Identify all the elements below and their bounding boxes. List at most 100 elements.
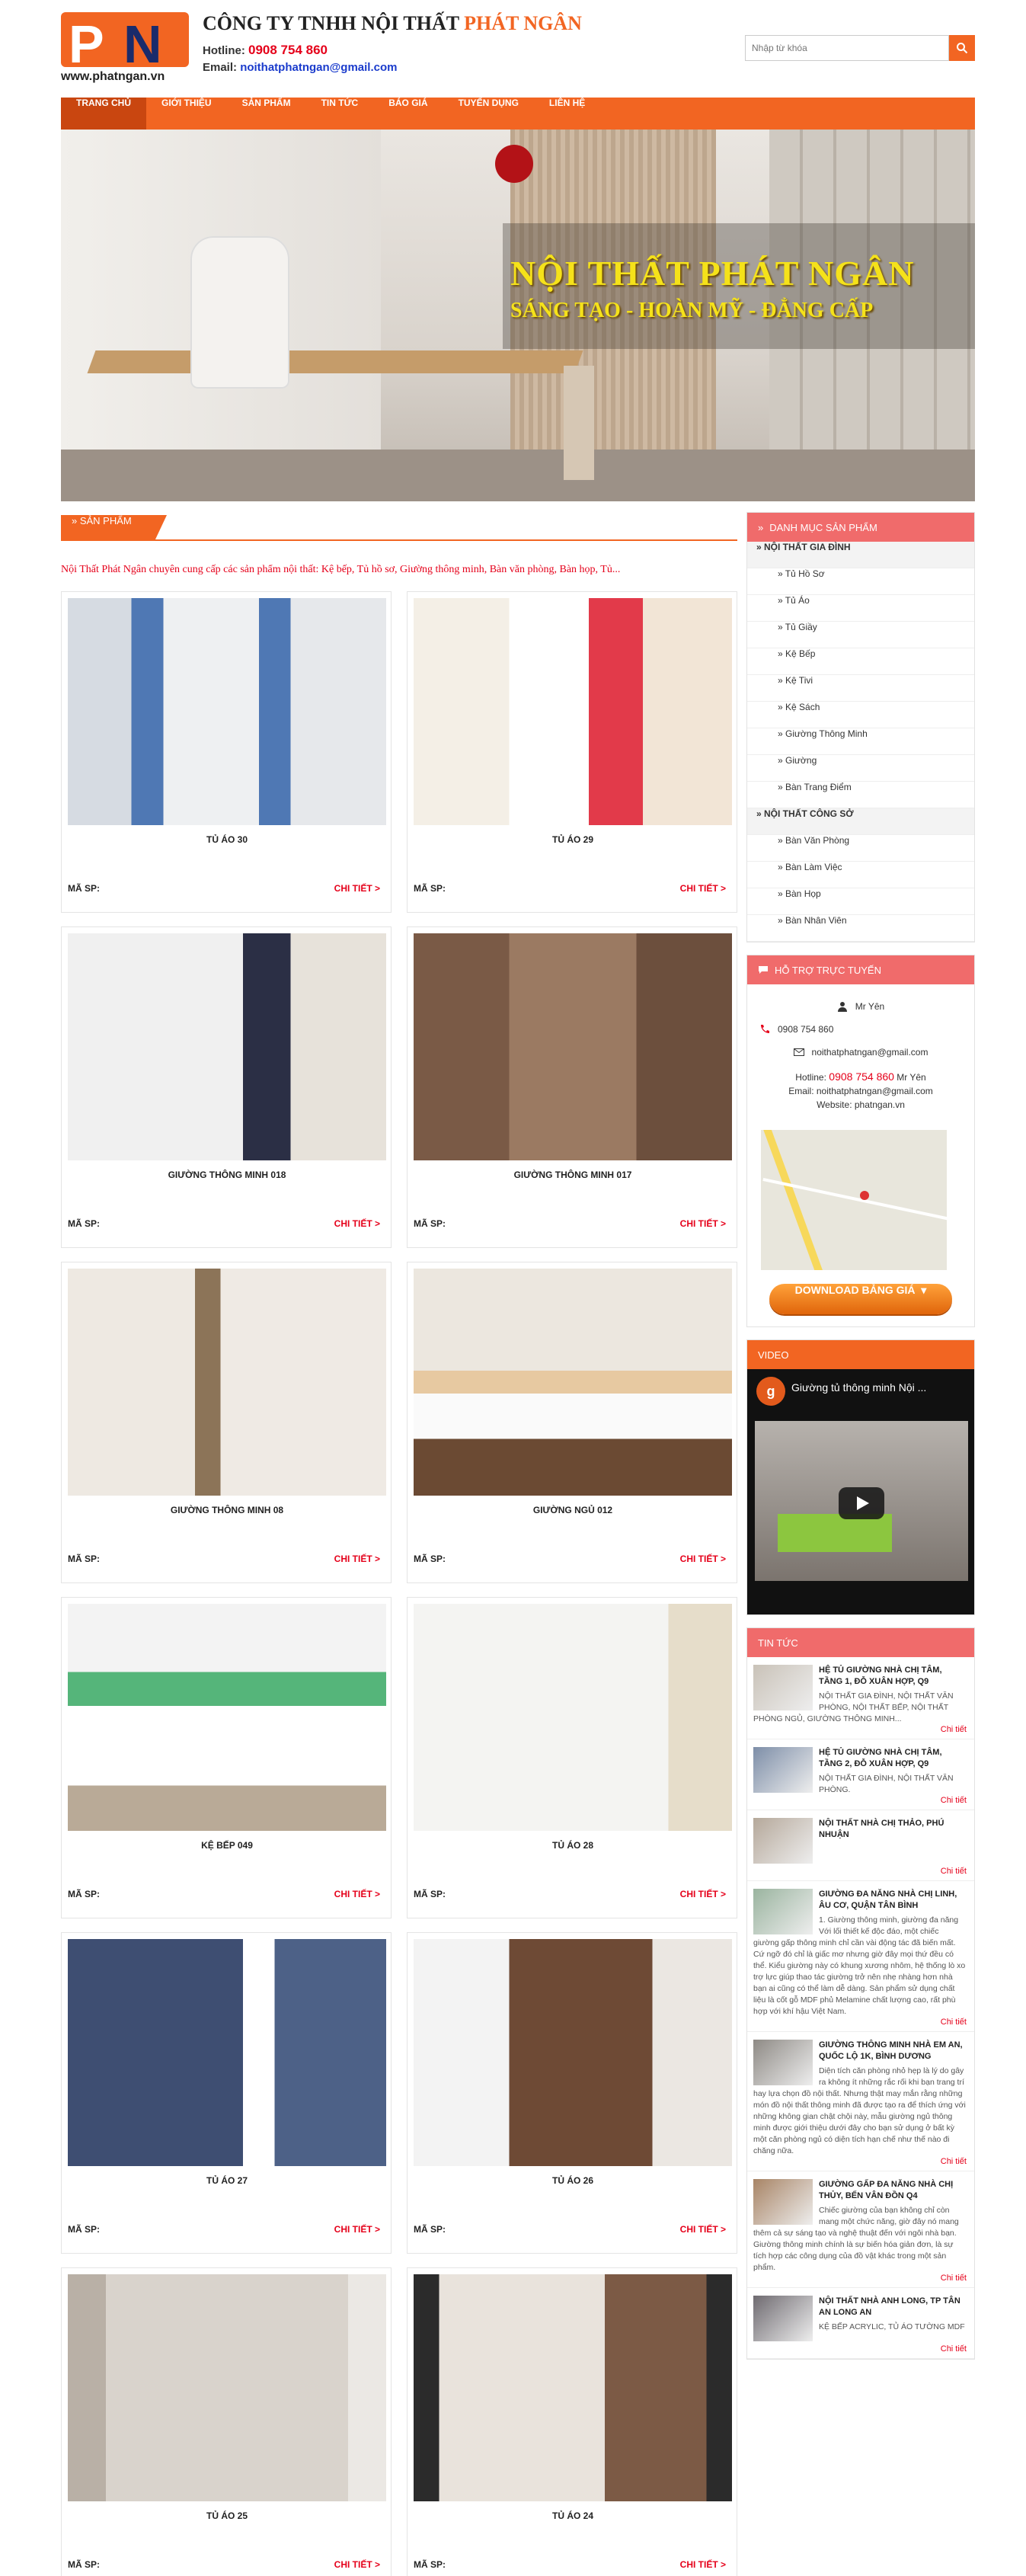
category-item[interactable]: » Tủ Áo — [747, 595, 974, 622]
news-detail-link[interactable]: Chi tiết — [753, 1796, 967, 1805]
hero-banner[interactable]: NỘI THẤT PHÁT NGÂN SÁNG TẠO - HOÀN MỸ - … — [61, 130, 975, 501]
product-detail-link[interactable]: CHI TIẾT > — [680, 883, 726, 894]
product-name[interactable]: TỦ ÁO 27 — [62, 2175, 392, 2186]
product-card[interactable]: GIƯỜNG THÔNG MINH 017 MÃ SP: CHI TIẾT > — [407, 926, 737, 1248]
category-item[interactable]: » Tủ Giầy — [747, 622, 974, 648]
product-name[interactable]: TỦ ÁO 24 — [408, 2510, 738, 2521]
news-thumbnail[interactable] — [753, 1818, 813, 1864]
product-card[interactable]: TỦ ÁO 24 MÃ SP: CHI TIẾT > — [407, 2267, 737, 2576]
nav-news[interactable]: Tin tức — [306, 98, 374, 130]
product-name[interactable]: TỦ ÁO 28 — [408, 1840, 738, 1851]
category-item[interactable]: » Bàn Họp — [747, 888, 974, 915]
product-detail-link[interactable]: CHI TIẾT > — [334, 883, 380, 894]
nav-contact[interactable]: Liên hệ — [534, 98, 600, 130]
news-detail-link[interactable]: Chi tiết — [753, 1867, 967, 1876]
category-item[interactable]: » Kệ Sách — [747, 702, 974, 728]
news-thumbnail[interactable] — [753, 2179, 813, 2225]
product-image[interactable] — [414, 2274, 732, 2501]
product-image[interactable] — [414, 1269, 732, 1496]
nav-about[interactable]: Giới thiệu — [146, 98, 227, 130]
news-thumbnail[interactable] — [753, 1889, 813, 1934]
product-image[interactable] — [68, 1269, 386, 1496]
product-image[interactable] — [414, 933, 732, 1160]
product-image[interactable] — [414, 1604, 732, 1831]
category-item[interactable]: » Giường Thông Minh — [747, 728, 974, 755]
product-name[interactable]: GIƯỜNG THÔNG MINH 018 — [62, 1170, 392, 1180]
video-player[interactable]: g Giường tủ thông minh Nội ... — [747, 1369, 974, 1614]
email-value[interactable]: noithatphatngan@gmail.com — [240, 61, 397, 74]
product-detail-link[interactable]: CHI TIẾT > — [680, 1554, 726, 1564]
product-detail-link[interactable]: CHI TIẾT > — [334, 1889, 380, 1899]
support-phone[interactable]: 0908 754 860 — [778, 1024, 833, 1035]
search-button[interactable] — [949, 35, 975, 61]
product-image[interactable] — [68, 1939, 386, 2166]
product-detail-link[interactable]: CHI TIẾT > — [334, 1218, 380, 1229]
support-email[interactable]: noithatphatngan@gmail.com — [812, 1047, 929, 1058]
category-item[interactable]: » Kệ Tivi — [747, 675, 974, 702]
news-detail-link[interactable]: Chi tiết — [753, 1725, 967, 1734]
nav-home[interactable]: Trang chủ — [61, 98, 146, 130]
category-item[interactable]: » Bàn Văn Phòng — [747, 835, 974, 862]
product-detail-link[interactable]: CHI TIẾT > — [334, 2559, 380, 2570]
news-thumbnail[interactable] — [753, 1747, 813, 1793]
category-group[interactable]: » NỘI THẤT CÔNG SỞ — [747, 808, 974, 835]
product-card[interactable]: TỦ ÁO 26 MÃ SP: CHI TIẾT > — [407, 1932, 737, 2254]
product-card[interactable]: GIƯỜNG NGỦ 012 MÃ SP: CHI TIẾT > — [407, 1262, 737, 1583]
product-name[interactable]: GIƯỜNG THÔNG MINH 08 — [62, 1505, 392, 1515]
product-card[interactable]: TỦ ÁO 28 MÃ SP: CHI TIẾT > — [407, 1597, 737, 1918]
category-item[interactable]: » Giường — [747, 755, 974, 782]
location-map[interactable] — [761, 1130, 947, 1270]
nav-pricing[interactable]: Báo giá — [373, 98, 443, 130]
product-detail-link[interactable]: CHI TIẾT > — [680, 1889, 726, 1899]
news-detail-link[interactable]: Chi tiết — [753, 2274, 967, 2283]
product-card[interactable]: TỦ ÁO 25 MÃ SP: CHI TIẾT > — [61, 2267, 392, 2576]
product-card[interactable]: KỆ BẾP 049 MÃ SP: CHI TIẾT > — [61, 1597, 392, 1918]
news-detail-link[interactable]: Chi tiết — [753, 2018, 967, 2027]
product-name[interactable]: TỦ ÁO 25 — [62, 2510, 392, 2521]
news-thumbnail[interactable] — [753, 2296, 813, 2341]
category-item[interactable]: » Bàn Làm Việc — [747, 862, 974, 888]
category-item[interactable]: » Tủ Hồ Sơ — [747, 568, 974, 595]
product-card[interactable]: TỦ ÁO 30 MÃ SP: CHI TIẾT > — [61, 591, 392, 913]
video-title[interactable]: Giường tủ thông minh Nội ... — [791, 1381, 926, 1394]
product-name[interactable]: GIƯỜNG THÔNG MINH 017 — [408, 1170, 738, 1180]
download-price-button[interactable]: DOWNLOAD BẢNG GIÁ ▾ — [769, 1284, 952, 1314]
product-image[interactable] — [414, 1939, 732, 2166]
logo[interactable]: P N www.phatngan.vn — [61, 12, 192, 85]
product-name[interactable]: TỦ ÁO 29 — [408, 834, 738, 845]
category-item[interactable]: » Kệ Bếp — [747, 648, 974, 675]
search-input[interactable] — [745, 35, 949, 61]
category-group[interactable]: » NỘI THẤT GIA ĐÌNH — [747, 542, 974, 568]
product-image[interactable] — [68, 933, 386, 1160]
news-detail-link[interactable]: Chi tiết — [753, 2344, 967, 2354]
product-card[interactable]: GIƯỜNG THÔNG MINH 018 MÃ SP: CHI TIẾT > — [61, 926, 392, 1248]
category-item[interactable]: » Bàn Trang Điểm — [747, 782, 974, 808]
product-detail-link[interactable]: CHI TIẾT > — [334, 1554, 380, 1564]
news-thumbnail[interactable] — [753, 1665, 813, 1710]
play-icon[interactable] — [839, 1487, 884, 1519]
product-image[interactable] — [414, 598, 732, 825]
news-detail-link[interactable]: Chi tiết — [753, 2157, 967, 2166]
banner-vase — [495, 145, 533, 183]
product-image[interactable] — [68, 598, 386, 825]
product-name[interactable]: TỦ ÁO 26 — [408, 2175, 738, 2186]
product-detail-link[interactable]: CHI TIẾT > — [680, 2559, 726, 2570]
hotline-value[interactable]: 0908 754 860 — [248, 43, 328, 57]
product-detail-link[interactable]: CHI TIẾT > — [334, 2224, 380, 2235]
category-item[interactable]: » Bàn Nhân Viên — [747, 915, 974, 942]
product-detail-link[interactable]: CHI TIẾT > — [680, 2224, 726, 2235]
mail-icon — [793, 1048, 804, 1056]
support-hotline-value[interactable]: 0908 754 860 — [829, 1070, 894, 1083]
nav-products[interactable]: Sản phẩm — [227, 98, 306, 130]
product-card[interactable]: GIƯỜNG THÔNG MINH 08 MÃ SP: CHI TIẾT > — [61, 1262, 392, 1583]
product-card[interactable]: TỦ ÁO 27 MÃ SP: CHI TIẾT > — [61, 1932, 392, 2254]
news-thumbnail[interactable] — [753, 2040, 813, 2085]
product-image[interactable] — [68, 1604, 386, 1831]
product-image[interactable] — [68, 2274, 386, 2501]
product-name[interactable]: GIƯỜNG NGỦ 012 — [408, 1505, 738, 1515]
product-name[interactable]: KỆ BẾP 049 — [62, 1840, 392, 1851]
product-detail-link[interactable]: CHI TIẾT > — [680, 1218, 726, 1229]
product-name[interactable]: TỦ ÁO 30 — [62, 834, 392, 845]
product-card[interactable]: TỦ ÁO 29 MÃ SP: CHI TIẾT > — [407, 591, 737, 913]
nav-recruitment[interactable]: Tuyển dụng — [443, 98, 534, 130]
